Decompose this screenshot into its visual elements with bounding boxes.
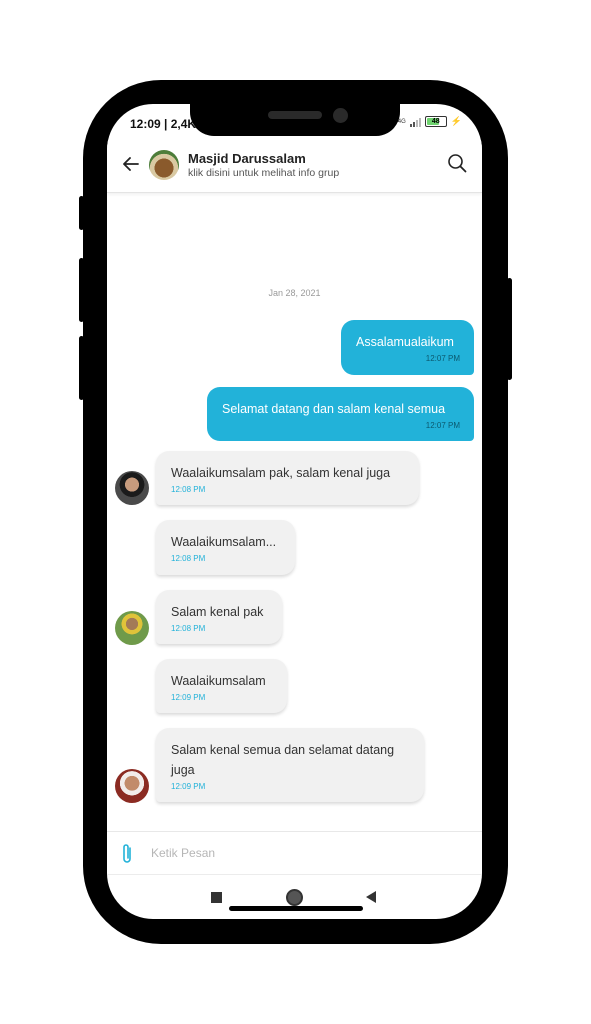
sender-avatar[interactable] (115, 471, 149, 505)
network-type: 4G (397, 118, 406, 125)
back-icon[interactable] (366, 891, 376, 903)
silent-switch (79, 196, 84, 230)
message-composer (107, 831, 482, 874)
message-text: Waalaikumsalam (171, 674, 266, 688)
message-bubble-incoming[interactable]: Waalaikumsalam... 12:08 PM (156, 520, 295, 575)
message-text: Selamat datang dan salam kenal semua (222, 402, 446, 416)
message-time: 12:08 PM (171, 624, 206, 633)
message-text: Assalamualaikum (356, 335, 454, 349)
message-time: 12:09 PM (171, 693, 206, 702)
message-bubble-outgoing[interactable]: Selamat datang dan salam kenal semua 12:… (207, 387, 474, 441)
search-icon[interactable] (446, 152, 468, 174)
message-bubble-incoming[interactable]: Waalaikumsalam 12:09 PM (156, 659, 287, 713)
message-text: Waalaikumsalam... (171, 535, 277, 549)
message-time: 12:07 PM (425, 421, 460, 430)
status-icons: 4G 48 ⚡ (398, 116, 462, 127)
sender-avatar[interactable] (115, 611, 149, 645)
message-time: 12:08 PM (171, 485, 206, 494)
battery-icon: 48 (424, 116, 447, 127)
message-input[interactable] (149, 841, 453, 865)
message-bubble-incoming[interactable]: Waalaikumsalam pak, salam kenal juga 12:… (156, 451, 419, 505)
group-name[interactable]: Masjid Darussalam (188, 151, 306, 166)
message-bubble-incoming[interactable]: Salam kenal semua dan selamat datang jug… (156, 728, 424, 802)
charging-icon: ⚡ (450, 116, 462, 126)
battery-level: 48 (431, 118, 440, 125)
group-avatar[interactable] (149, 150, 179, 180)
sender-avatar[interactable] (115, 769, 149, 803)
system-nav-bar (107, 874, 482, 919)
front-camera (333, 108, 348, 123)
message-time: 12:09 PM (171, 782, 206, 791)
message-text: Salam kenal semua dan selamat datang jug… (171, 743, 395, 777)
message-text: Waalaikumsalam pak, salam kenal juga (171, 466, 391, 480)
message-bubble-incoming[interactable]: Salam kenal pak 12:08 PM (156, 590, 282, 644)
date-separator: Jan 28, 2021 (268, 288, 321, 298)
group-info-link[interactable]: klik disini untuk melihat info grup (188, 167, 339, 179)
home-icon[interactable] (286, 889, 303, 906)
status-time: 12:09 | 2,4K (130, 117, 197, 131)
signal-icon (409, 117, 421, 127)
message-text: Salam kenal pak (171, 605, 264, 619)
message-time: 12:08 PM (171, 554, 206, 563)
power-button (507, 278, 512, 380)
chat-header[interactable]: Masjid Darussalam klik disini untuk meli… (107, 140, 482, 193)
speaker-grille (268, 111, 322, 119)
volume-up-button (79, 258, 84, 322)
volume-down-button (79, 336, 84, 400)
home-indicator[interactable] (229, 906, 363, 911)
arrow-left-icon[interactable] (121, 154, 141, 174)
message-bubble-outgoing[interactable]: Assalamualaikum 12:07 PM (341, 320, 474, 375)
message-time: 12:07 PM (425, 354, 460, 363)
paperclip-icon[interactable] (119, 842, 135, 866)
phone-screen: 12:09 | 2,4K 4G 48 ⚡ Masjid Darussalam k… (107, 104, 482, 919)
recents-icon[interactable] (211, 892, 222, 903)
